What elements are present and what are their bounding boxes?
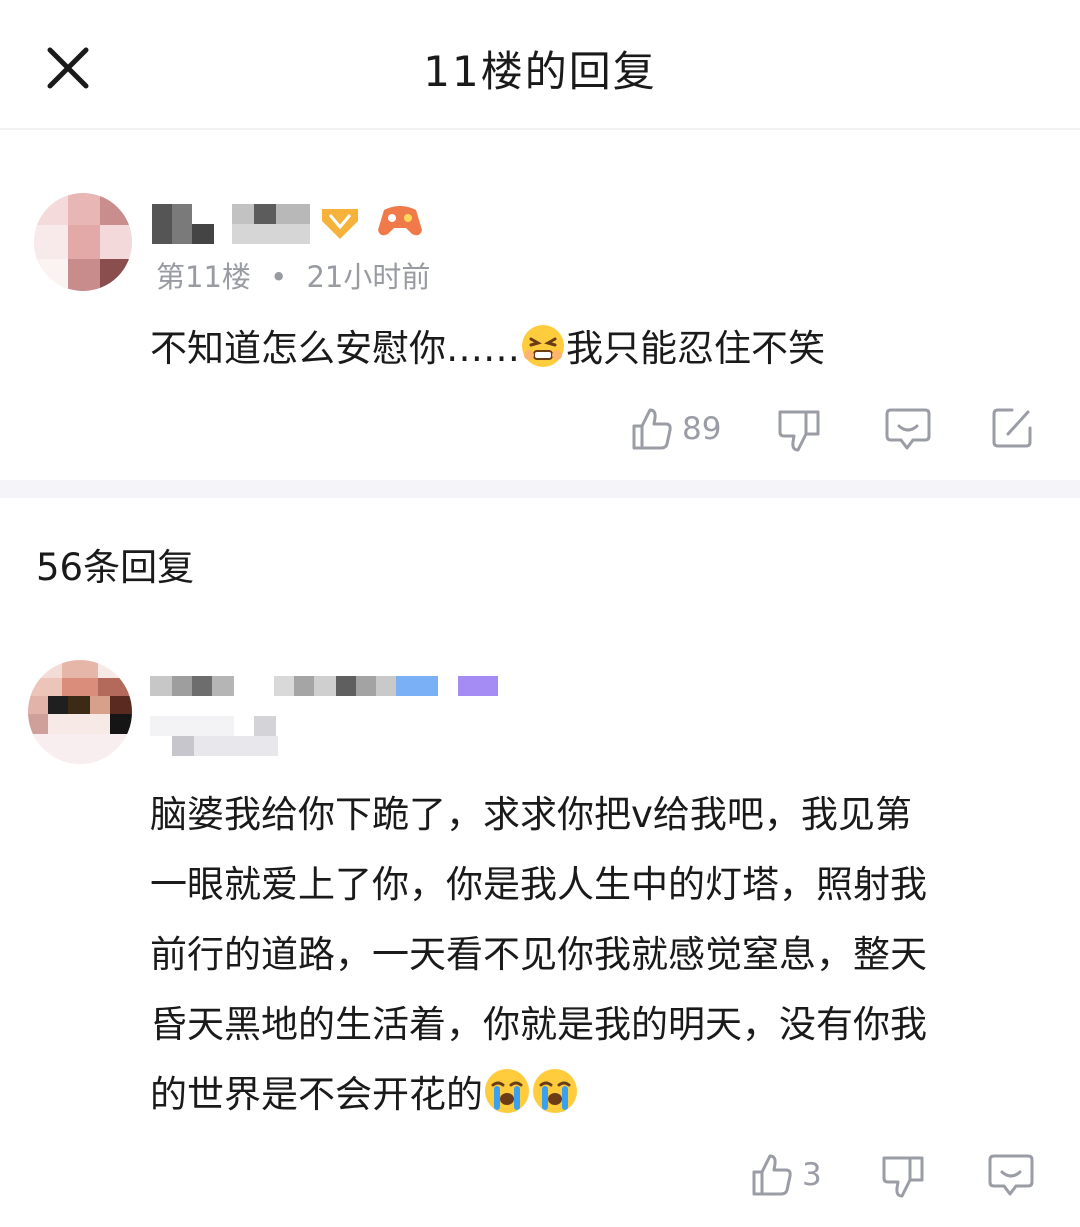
like-icon: [752, 1154, 792, 1196]
meta-separator: •: [270, 260, 288, 294]
reply-dislike-button[interactable]: [880, 1154, 926, 1200]
header-bar: 11楼的回复: [0, 0, 1080, 130]
loudly-crying-face-icon: [483, 1067, 531, 1138]
reply-line: 昏天黑地的生活着，你就是我的明天，没有你我: [150, 1003, 927, 1046]
comment-icon: [885, 408, 931, 450]
username-blurred[interactable]: [152, 204, 322, 244]
reply-like-button[interactable]: 3: [750, 1152, 822, 1198]
reply-line-last: 的世界是不会开花的: [150, 1060, 1050, 1138]
floor-label: 第11楼: [156, 260, 251, 294]
post-text-before: 不知道怎么安慰你……: [150, 327, 520, 370]
reply-line: 脑婆我给你下跪了，求求你把v给我吧，我见第: [150, 793, 912, 836]
edit-icon: [992, 408, 1032, 448]
reply-last-text: 的世界是不会开花的: [150, 1073, 483, 1116]
like-count: 89: [682, 411, 722, 447]
post-text-after: 我只能忍住不笑: [566, 327, 825, 370]
like-button[interactable]: 89: [630, 406, 721, 452]
section-divider: [0, 480, 1080, 498]
reply-username-blurred[interactable]: [150, 676, 500, 696]
reply-like-count: 3: [802, 1157, 822, 1193]
reply-line: 前行的道路，一天看不见你我就感觉窒息，整天: [150, 933, 927, 976]
post-meta: 第11楼 • 21小时前: [156, 254, 430, 296]
like-icon: [632, 408, 672, 450]
game-controller-icon: [376, 200, 424, 244]
post-content: 不知道怎么安慰你…… 我只能忍住不笑: [150, 314, 825, 392]
dislike-button[interactable]: [776, 408, 822, 454]
loudly-crying-face-icon: [531, 1067, 579, 1138]
edit-button[interactable]: [990, 406, 1034, 450]
reply-content: 脑婆我给你下跪了，求求你把v给我吧，我见第 一眼就爱上了你，你是我人生中的灯塔，…: [150, 780, 1050, 1138]
comment-icon: [988, 1154, 1034, 1196]
post-time: 21小时前: [306, 260, 431, 294]
comment-button[interactable]: [885, 406, 931, 452]
reply-meta-blurred: [150, 716, 280, 756]
avatar[interactable]: [34, 193, 132, 291]
reply-comment-button[interactable]: [988, 1152, 1034, 1198]
strained-face-emoji-icon: [520, 322, 566, 392]
dislike-icon: [778, 410, 820, 452]
reply-count-label: 56条回复: [36, 546, 195, 589]
reply-line: 一眼就爱上了你，你是我人生中的灯塔，照射我: [150, 863, 927, 906]
reply-avatar[interactable]: [28, 660, 132, 764]
level-badge-icon: [318, 203, 362, 247]
page-title: 11楼的回复: [423, 47, 657, 96]
dislike-icon: [882, 1156, 924, 1198]
